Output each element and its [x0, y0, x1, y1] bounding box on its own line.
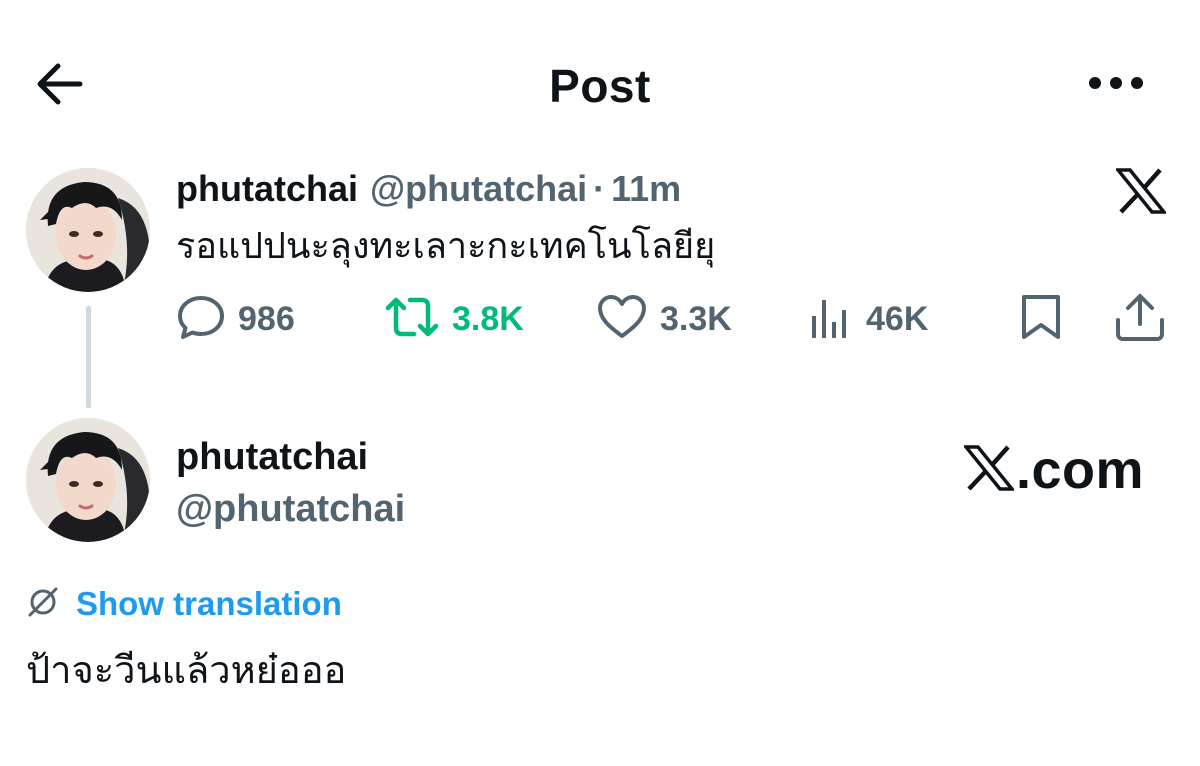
repost-icon: [384, 294, 440, 345]
post-text: รอแปปนะลุงทะเลาะกะเทคโนโลยียุ: [176, 226, 716, 267]
x-com-text: .com: [1016, 440, 1145, 500]
repost-count: 3.8K: [452, 299, 524, 338]
more-options-button[interactable]: [1082, 60, 1150, 110]
embed-avatar[interactable]: [26, 418, 150, 542]
repost-button[interactable]: 3.8K: [384, 290, 524, 348]
heart-icon: [596, 294, 648, 345]
more-horizontal-icon: [1088, 76, 1144, 95]
analytics-icon: [808, 294, 854, 345]
post-meta: phutatchai @phutatchai · 11m: [176, 164, 681, 214]
reply-button[interactable]: 986: [176, 290, 295, 348]
thread-connector-line: [86, 306, 91, 408]
comment-icon: [176, 294, 226, 345]
post-timestamp[interactable]: 11m: [611, 168, 681, 209]
embed-handle[interactable]: @phutatchai: [176, 484, 405, 534]
views-button[interactable]: 46K: [808, 290, 928, 348]
embed-display-name[interactable]: phutatchai: [176, 432, 368, 482]
x-logo-large-icon: [962, 444, 1016, 496]
bookmark-button[interactable]: [1018, 290, 1064, 348]
translate-globe-icon: [26, 585, 60, 624]
x-logo-icon: [1112, 162, 1170, 220]
page-title: Post: [549, 60, 651, 112]
author-handle[interactable]: @phutatchai: [370, 168, 587, 209]
author-display-name[interactable]: phutatchai: [176, 168, 358, 209]
bookmark-icon: [1018, 294, 1064, 345]
reply-count: 986: [238, 299, 295, 338]
avatar[interactable]: [26, 168, 150, 292]
share-icon: [1114, 292, 1166, 347]
x-com-watermark: .com: [962, 438, 1145, 502]
share-button[interactable]: [1114, 290, 1166, 348]
like-count: 3.3K: [660, 299, 732, 338]
view-count: 46K: [866, 299, 929, 338]
meta-separator: ·: [593, 168, 606, 209]
like-button[interactable]: 3.3K: [596, 290, 732, 348]
post-action-bar: 986 3.8K 3.3K 46K: [170, 290, 1180, 348]
translation-row: Show translation: [26, 580, 342, 628]
embed-post-text: ป้าจะวีนแล้วหย๋อออ: [26, 648, 347, 692]
show-translation-link[interactable]: Show translation: [76, 585, 342, 623]
